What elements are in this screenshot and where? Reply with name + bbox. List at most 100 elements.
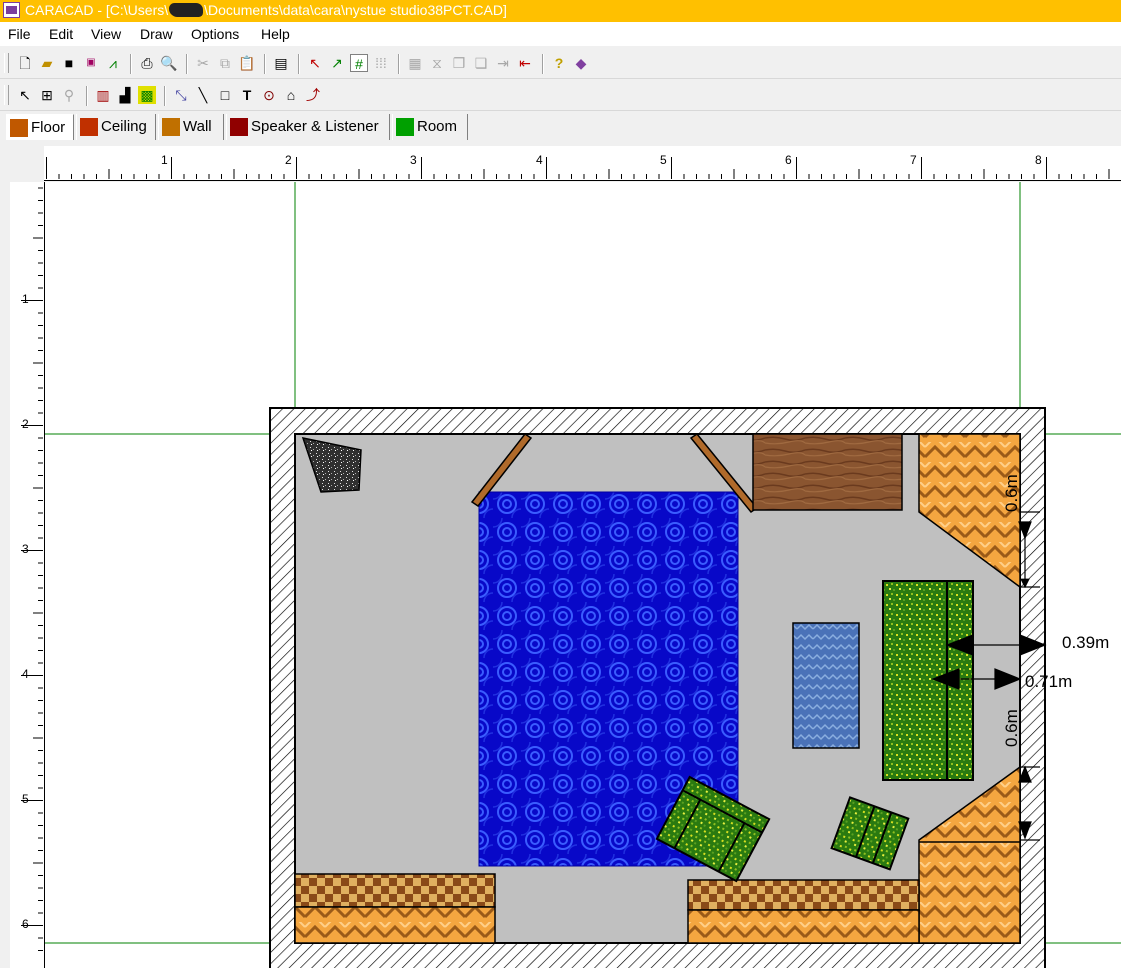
wooden-desk[interactable] xyxy=(752,433,903,511)
curve-tool-icon[interactable]: ↗ xyxy=(328,54,346,72)
toolbar-separator xyxy=(86,86,88,106)
h-ruler-label: 4 xyxy=(536,153,543,167)
toolbar-separator xyxy=(130,54,132,74)
toolbar-separator xyxy=(186,54,188,74)
h-ruler-label: 7 xyxy=(910,153,917,167)
select-box-icon[interactable]: ⊞ xyxy=(38,86,56,104)
vertical-ruler[interactable]: 1 2 3 4 5 6 xyxy=(10,182,45,968)
menu-file[interactable]: File xyxy=(8,26,31,42)
horizontal-ruler[interactable]: 1 2 3 4 5 6 7 8 xyxy=(44,146,1121,181)
export-icon[interactable]: ⇤ xyxy=(516,54,534,72)
properties-icon[interactable]: ▤ xyxy=(272,54,290,72)
v-ruler-label: 3 xyxy=(22,542,29,556)
book-icon[interactable]: ◆ xyxy=(572,54,590,72)
h-ruler-label: 6 xyxy=(785,153,792,167)
grid-icon[interactable]: # xyxy=(350,54,368,72)
dimension-top-gap: 0.6m xyxy=(1002,474,1021,512)
new-icon[interactable]: 🗋 xyxy=(16,54,34,72)
vga-icon[interactable]: ▣ xyxy=(82,54,100,72)
shelf-bottom-middle[interactable] xyxy=(687,879,920,911)
horizontal-ruler-ticks xyxy=(46,157,1110,179)
floor-icon[interactable]: ▟ xyxy=(116,86,134,104)
tab-ceiling[interactable]: Ceiling xyxy=(76,114,156,140)
floor-tab-icon xyxy=(10,119,28,137)
node-icon[interactable]: ⤡ xyxy=(172,86,190,104)
panel-bottom-middle[interactable] xyxy=(687,909,920,944)
wall-tab-icon xyxy=(162,118,180,136)
print-preview-icon[interactable]: 🔍 xyxy=(160,54,178,72)
dimension-sofa-front: 0.39m xyxy=(1062,633,1110,652)
h-ruler-label: 1 xyxy=(161,153,168,167)
tab-wall[interactable]: Wall xyxy=(158,114,224,140)
tab-ceiling-label: Ceiling xyxy=(101,118,147,135)
toolbar-separator xyxy=(264,54,266,74)
v-ruler-label: 5 xyxy=(22,792,29,806)
tab-floor[interactable]: Floor xyxy=(6,114,74,140)
menu-bar: File Edit View Draw Options Help xyxy=(0,22,1121,46)
room-tab-icon xyxy=(396,118,414,136)
open-icon[interactable]: ▰ xyxy=(38,54,56,72)
toolbar-separator xyxy=(398,54,400,74)
rectangle-icon[interactable]: □ xyxy=(216,86,234,104)
toolbar-separator xyxy=(164,86,166,106)
h-ruler-label: 8 xyxy=(1035,153,1042,167)
arc-icon[interactable]: ⤴ xyxy=(304,86,322,104)
tab-wall-label: Wall xyxy=(183,118,212,135)
floor-plan xyxy=(45,182,1121,968)
arrow-tool-icon[interactable]: ↖ xyxy=(306,54,324,72)
line-icon[interactable]: ╲ xyxy=(194,86,212,104)
toolbar-grip[interactable] xyxy=(4,85,9,105)
coffee-table[interactable] xyxy=(792,622,860,749)
main-toolbar: 🗋 ▰ ■ ▣ ⩘ ⎙ 🔍 ✂ ⧉ 📋 ▤ ↖ ↗ # ⁞⁞⁞ ▦ ⧖ ❐ ❏ … xyxy=(0,48,1121,79)
layer-tab-bar: Floor Ceiling Wall Speaker & Listener Ro… xyxy=(0,112,1121,144)
ceiling-tab-icon xyxy=(80,118,98,136)
help-icon[interactable]: ? xyxy=(550,54,568,72)
tab-speaker-listener[interactable]: Speaker & Listener xyxy=(226,114,390,140)
v-ruler-label: 1 xyxy=(22,292,29,306)
text-icon[interactable]: T xyxy=(238,86,256,104)
pointer-icon[interactable]: ↖ xyxy=(16,86,34,104)
cut-icon[interactable]: ✂ xyxy=(194,54,212,72)
paste-icon[interactable]: 📋 xyxy=(238,54,256,72)
print-icon[interactable]: ⎙ xyxy=(138,54,156,72)
v-ruler-label: 2 xyxy=(22,417,29,431)
shelf-bottom-left[interactable] xyxy=(294,873,496,908)
layer-icon[interactable]: ❐ xyxy=(450,54,468,72)
layers-icon[interactable]: ❏ xyxy=(472,54,490,72)
menu-view[interactable]: View xyxy=(91,26,121,42)
toolbar-separator xyxy=(298,54,300,74)
dimension-sofa-back: 0.71m xyxy=(1025,672,1073,691)
toolbar-separator xyxy=(542,54,544,74)
menu-options[interactable]: Options xyxy=(191,26,239,42)
window-title: CARACAD - [C:\Users\ \Documents\data\cara… xyxy=(25,2,507,18)
panel-bottom-left[interactable] xyxy=(294,906,496,944)
toolbar-grip[interactable] xyxy=(4,53,9,73)
panel-icon[interactable]: ▦ xyxy=(406,54,424,72)
tab-room-label: Room xyxy=(417,118,458,135)
split-icon[interactable]: ⧖ xyxy=(428,54,446,72)
texture-icon[interactable]: ▩ xyxy=(138,86,156,104)
h-ruler-label: 3 xyxy=(410,153,417,167)
tab-speaker-listener-label: Speaker & Listener xyxy=(251,118,379,135)
zoom-icon[interactable]: ⚲ xyxy=(60,86,78,104)
menu-help[interactable]: Help xyxy=(261,26,290,42)
graph-icon[interactable]: ⩘ xyxy=(104,54,122,72)
dot-grid-icon[interactable]: ⁞⁞⁞ xyxy=(372,54,390,72)
menu-draw[interactable]: Draw xyxy=(140,26,173,42)
title-bar: CARACAD - [C:\Users\ \Documents\data\cara… xyxy=(0,0,1121,22)
polygon-icon[interactable]: ⌂ xyxy=(282,86,300,104)
tab-room[interactable]: Room xyxy=(392,114,468,140)
circle-icon[interactable]: ⊙ xyxy=(260,86,278,104)
v-ruler-label: 4 xyxy=(22,667,29,681)
save-icon[interactable]: ■ xyxy=(60,54,78,72)
import-icon[interactable]: ⇥ xyxy=(494,54,512,72)
wall-icon[interactable]: ▥ xyxy=(94,86,112,104)
menu-edit[interactable]: Edit xyxy=(49,26,73,42)
dimension-bottom-gap: 0.6m xyxy=(1002,709,1021,747)
drawing-canvas[interactable]: 0.6m 0.6m 0.39m 0.71m xyxy=(45,182,1121,968)
tab-floor-label: Floor xyxy=(31,119,66,136)
copy-icon[interactable]: ⧉ xyxy=(216,54,234,72)
v-ruler-label: 6 xyxy=(22,917,29,931)
caracad-app-icon[interactable] xyxy=(3,2,20,18)
speaker-tab-icon xyxy=(230,118,248,136)
